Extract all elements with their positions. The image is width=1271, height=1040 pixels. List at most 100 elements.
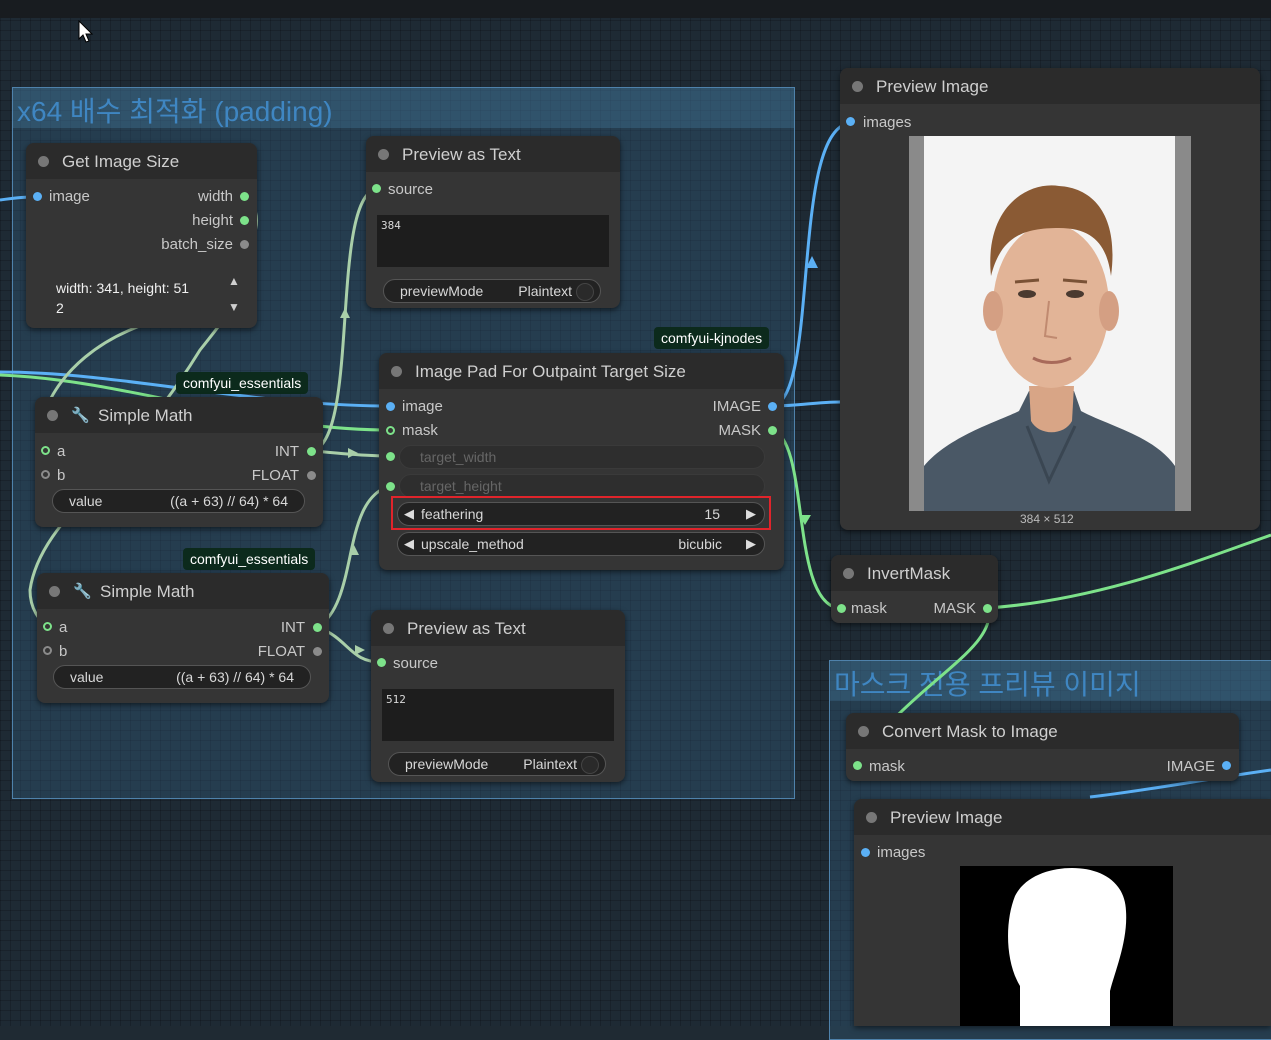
output-slot-mask[interactable] bbox=[768, 426, 777, 435]
preview-mode-toggle[interactable]: previewMode Plaintext bbox=[388, 752, 606, 776]
collapse-dot[interactable] bbox=[47, 410, 58, 421]
output-slot-width[interactable] bbox=[240, 192, 249, 201]
target-width-field[interactable]: target_width bbox=[399, 445, 765, 469]
input-slot-mask[interactable] bbox=[386, 426, 395, 435]
input-slot-images[interactable] bbox=[846, 117, 855, 126]
node-title: Get Image Size bbox=[62, 152, 180, 171]
input-slot-a[interactable] bbox=[43, 622, 52, 631]
value-expression-field[interactable]: value ((a + 63) // 64) * 64 bbox=[52, 489, 305, 513]
widget-value: 15 bbox=[704, 506, 720, 522]
output-slot-height[interactable] bbox=[240, 216, 249, 225]
scroll-down-icon[interactable]: ▼ bbox=[227, 300, 241, 314]
input-slot-image[interactable] bbox=[33, 192, 42, 201]
slot-label: MASK bbox=[718, 422, 761, 439]
toggle-knob bbox=[581, 756, 599, 774]
node-header[interactable]: Image Pad For Outpaint Target Size bbox=[379, 353, 784, 389]
node-title: InvertMask bbox=[867, 564, 951, 583]
decrement-arrow-icon[interactable]: ◀ bbox=[404, 506, 414, 522]
node-title: Simple Math bbox=[100, 582, 195, 601]
wire-direction-arrow bbox=[340, 308, 350, 318]
node-simple-math[interactable]: 🔧 Simple Math a b INT FLOAT value ((a + … bbox=[35, 397, 323, 527]
node-header[interactable]: Preview Image bbox=[854, 799, 1271, 835]
node-preview-as-text[interactable]: Preview as Text source 512 previewMode P… bbox=[371, 610, 625, 782]
slot-label: height bbox=[192, 212, 233, 229]
node-header[interactable]: InvertMask bbox=[831, 555, 998, 591]
widget-value: Plaintext bbox=[518, 283, 572, 299]
input-slot-target-height[interactable] bbox=[386, 482, 395, 491]
collapse-dot[interactable] bbox=[858, 726, 869, 737]
next-arrow-icon[interactable]: ▶ bbox=[746, 536, 756, 552]
widget-label: upscale_method bbox=[421, 536, 524, 552]
node-header[interactable]: Preview Image bbox=[840, 68, 1260, 104]
preview-image-portrait[interactable] bbox=[909, 136, 1191, 511]
collapse-dot[interactable] bbox=[852, 81, 863, 92]
upscale-method-combo[interactable]: ◀ upscale_method bicubic ▶ bbox=[397, 532, 765, 556]
output-slot-float[interactable] bbox=[313, 647, 322, 656]
preview-text-area[interactable]: 512 bbox=[382, 689, 614, 741]
input-slot-b[interactable] bbox=[43, 646, 52, 655]
node-invert-mask[interactable]: InvertMask mask MASK bbox=[831, 555, 998, 623]
collapse-dot[interactable] bbox=[866, 812, 877, 823]
output-slot-image[interactable] bbox=[1222, 761, 1231, 770]
slot-label: source bbox=[388, 181, 434, 198]
output-slot-mask[interactable] bbox=[983, 604, 992, 613]
node-pack-badge-kjnodes: comfyui-kjnodes bbox=[654, 327, 770, 349]
node-header[interactable]: Convert Mask to Image bbox=[846, 713, 1239, 749]
slot-label: source bbox=[393, 655, 439, 672]
widget-value: Plaintext bbox=[523, 756, 577, 772]
output-slot-image[interactable] bbox=[768, 402, 777, 411]
node-header[interactable]: Preview as Text bbox=[371, 610, 625, 646]
node-get-image-size[interactable]: Get Image Size image width height batch_… bbox=[26, 143, 257, 328]
collapse-dot[interactable] bbox=[49, 586, 60, 597]
increment-arrow-icon[interactable]: ▶ bbox=[746, 506, 756, 522]
input-slot-source[interactable] bbox=[372, 184, 381, 193]
widget-value: bicubic bbox=[678, 536, 722, 552]
node-preview-image[interactable]: Preview Image images 384 × 512 bbox=[840, 68, 1260, 530]
preview-mode-toggle[interactable]: previewMode Plaintext bbox=[383, 279, 601, 303]
input-slot-b[interactable] bbox=[41, 470, 50, 479]
node-header[interactable]: 🔧 Simple Math bbox=[35, 397, 323, 433]
node-title: Image Pad For Outpaint Target Size bbox=[415, 362, 686, 381]
node-convert-mask-to-image[interactable]: Convert Mask to Image mask IMAGE bbox=[846, 713, 1239, 781]
node-header[interactable]: 🔧 Simple Math bbox=[37, 573, 329, 609]
node-pack-badge-essentials: comfyui_essentials bbox=[176, 372, 309, 394]
collapse-dot[interactable] bbox=[383, 623, 394, 634]
wire-invert-out[interactable] bbox=[987, 533, 1271, 610]
slot-label: images bbox=[863, 114, 912, 131]
feathering-number-widget[interactable]: ◀ feathering 15 ▶ bbox=[397, 502, 765, 526]
preview-image-mask[interactable] bbox=[960, 866, 1173, 1026]
scroll-up-icon[interactable]: ▲ bbox=[227, 274, 241, 288]
collapse-dot[interactable] bbox=[391, 366, 402, 377]
input-slot-target-width[interactable] bbox=[386, 452, 395, 461]
node-simple-math[interactable]: 🔧 Simple Math a b INT FLOAT value ((a + … bbox=[37, 573, 329, 703]
node-preview-as-text[interactable]: Preview as Text source 384 previewMode P… bbox=[366, 136, 620, 308]
input-slot-source[interactable] bbox=[377, 658, 386, 667]
input-slot-images[interactable] bbox=[861, 848, 870, 857]
input-slot-a[interactable] bbox=[41, 446, 50, 455]
slot-label: MASK bbox=[933, 600, 976, 617]
node-preview-image[interactable]: Preview Image images bbox=[854, 799, 1271, 1026]
previous-arrow-icon[interactable]: ◀ bbox=[404, 536, 414, 552]
output-slot-int[interactable] bbox=[307, 447, 316, 456]
slot-label: a bbox=[59, 619, 68, 636]
output-slot-float[interactable] bbox=[307, 471, 316, 480]
preview-text-area[interactable]: 384 bbox=[377, 215, 609, 267]
output-slot-batch-size[interactable] bbox=[240, 240, 249, 249]
input-slot-mask[interactable] bbox=[837, 604, 846, 613]
wire-direction-arrow bbox=[348, 448, 358, 458]
collapse-dot[interactable] bbox=[378, 149, 389, 160]
node-image-pad-outpaint[interactable]: Image Pad For Outpaint Target Size image… bbox=[379, 353, 784, 570]
widget-value: ((a + 63) // 64) * 64 bbox=[176, 669, 294, 685]
input-slot-mask[interactable] bbox=[853, 761, 862, 770]
slot-label: IMAGE bbox=[712, 398, 761, 415]
node-header[interactable]: Get Image Size bbox=[26, 143, 257, 179]
input-slot-image[interactable] bbox=[386, 402, 395, 411]
target-height-field[interactable]: target_height bbox=[399, 474, 765, 498]
collapse-dot[interactable] bbox=[38, 156, 49, 167]
slot-label: image bbox=[49, 188, 90, 205]
collapse-dot[interactable] bbox=[843, 568, 854, 579]
output-slot-int[interactable] bbox=[313, 623, 322, 632]
node-header[interactable]: Preview as Text bbox=[366, 136, 620, 172]
widget-label: target_height bbox=[420, 478, 502, 494]
value-expression-field[interactable]: value ((a + 63) // 64) * 64 bbox=[53, 665, 311, 689]
